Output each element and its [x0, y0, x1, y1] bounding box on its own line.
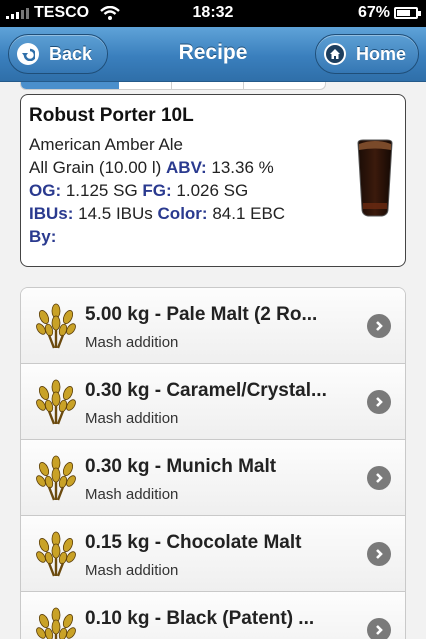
- fg-value: 1.026 SG: [176, 181, 249, 200]
- og-value: 1.125 SG: [65, 181, 138, 200]
- home-icon: [324, 43, 346, 65]
- recipe-type-volume: All Grain (10.00 l): [29, 158, 162, 177]
- ingredient-title: 5.00 kg - Pale Malt (2 Ro...: [85, 304, 318, 325]
- ingredient-subtitle: Mash addition: [85, 486, 179, 503]
- fg-label: FG:: [142, 181, 172, 200]
- chevron-right-icon[interactable]: [367, 466, 391, 490]
- grain-icon: [33, 607, 79, 639]
- color-label: Color:: [157, 204, 208, 223]
- ingredient-title: 0.10 kg - Black (Patent) ...: [85, 608, 315, 629]
- battery-status: 67%: [357, 4, 421, 22]
- list-item[interactable]: 0.10 kg - Black (Patent) ...: [21, 592, 405, 639]
- list-item[interactable]: 0.30 kg - Caramel/Crystal... Mash additi…: [21, 364, 405, 440]
- recipe-type-abv: All Grain (10.00 l) ABV: 13.36 %: [29, 156, 397, 179]
- recipe-style: American Amber Ale: [29, 135, 184, 154]
- ingredient-subtitle: Mash addition: [85, 562, 179, 579]
- color-value: 84.1 EBC: [212, 204, 286, 223]
- grain-icon: [33, 303, 79, 349]
- grain-icon: [33, 379, 79, 425]
- ibu-value: 14.5 IBUs: [78, 204, 153, 223]
- grain-icon: [33, 531, 79, 577]
- tab-active[interactable]: [21, 82, 119, 89]
- tab-bar[interactable]: [20, 82, 326, 90]
- chevron-right-icon[interactable]: [367, 314, 391, 338]
- recipe-gravity: OG: 1.125 SG FG: 1.026 SG: [29, 179, 397, 202]
- ibu-label: IBUs:: [29, 204, 74, 223]
- list-item[interactable]: 5.00 kg - Pale Malt (2 Ro... Mash additi…: [21, 288, 405, 364]
- chevron-right-icon[interactable]: [367, 618, 391, 639]
- battery-icon: [394, 7, 421, 19]
- nav-bar: Back Recipe Home: [0, 27, 426, 82]
- home-button-label: Home: [356, 43, 407, 64]
- ingredient-title: 0.15 kg - Chocolate Malt: [85, 532, 302, 553]
- abv-label: ABV:: [166, 158, 207, 177]
- beer-glass-icon: [357, 139, 393, 217]
- list-item[interactable]: 0.15 kg - Chocolate Malt Mash addition: [21, 516, 405, 592]
- ingredient-title: 0.30 kg - Munich Malt: [85, 456, 277, 477]
- chevron-right-icon[interactable]: [367, 542, 391, 566]
- recipe-author: By:: [29, 225, 397, 248]
- by-label: By:: [29, 227, 57, 246]
- recipe-ibu-color: IBUs: 14.5 IBUs Color: 84.1 EBC: [29, 202, 397, 225]
- battery-fill: [397, 10, 411, 16]
- ingredient-subtitle: Mash addition: [85, 410, 179, 427]
- chevron-right-icon[interactable]: [367, 390, 391, 414]
- recipe-name: Robust Porter 10L: [29, 105, 194, 126]
- grain-icon: [33, 455, 79, 501]
- recipe-summary-card: Robust Porter 10L American Amber Ale All…: [20, 94, 406, 267]
- ingredient-list: 5.00 kg - Pale Malt (2 Ro... Mash additi…: [20, 287, 406, 639]
- status-bar: TESCO 18:32 67%: [0, 0, 426, 27]
- tab-divider: [171, 82, 172, 89]
- abv-value: 13.36 %: [211, 158, 274, 177]
- tab-divider: [243, 82, 244, 89]
- list-item[interactable]: 0.30 kg - Munich Malt Mash addition: [21, 440, 405, 516]
- home-button[interactable]: Home: [315, 34, 419, 74]
- ingredient-title: 0.30 kg - Caramel/Crystal...: [85, 380, 327, 401]
- og-label: OG:: [29, 181, 62, 200]
- ingredient-subtitle: Mash addition: [85, 334, 179, 351]
- battery-percent: 67%: [357, 4, 390, 21]
